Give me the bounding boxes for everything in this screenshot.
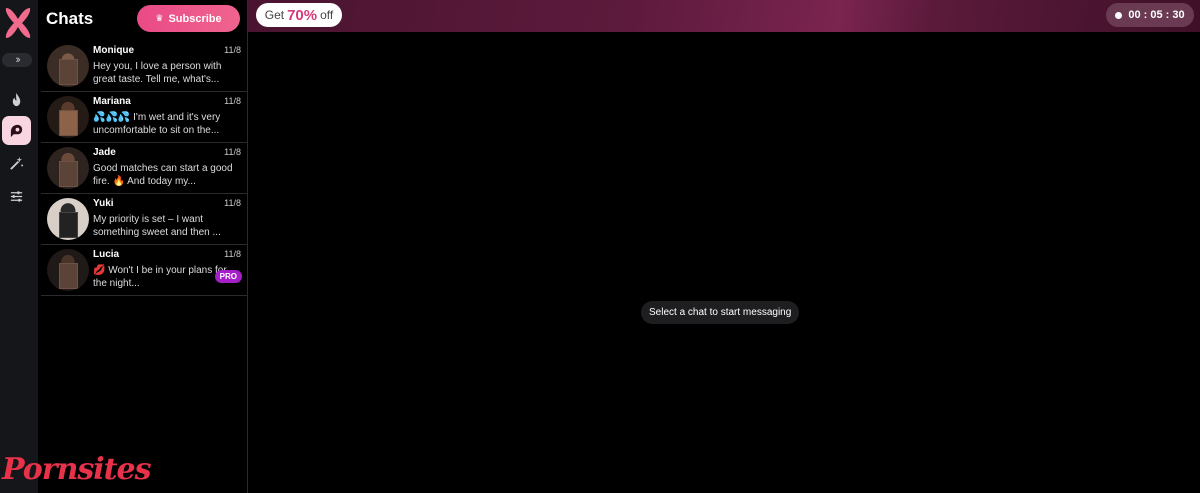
chats-title: Chats [46, 9, 94, 28]
chat-preview: 💋 Won't I be in your plans for the night… [93, 265, 227, 289]
chat-name: Lucia [93, 249, 120, 260]
chat-preview: Hey you, I love a person with great tast… [93, 61, 222, 85]
chat-date: 11/8 [224, 45, 241, 55]
avatar [47, 45, 89, 87]
avatar [47, 96, 89, 138]
countdown-timer: 00 : 05 : 30 [1106, 3, 1194, 27]
chat-bubbles-icon [10, 124, 23, 138]
chat-name: Mariana [93, 96, 131, 107]
sliders-icon [10, 191, 23, 202]
chat-preview: Good matches can start a good fire. 🔥 An… [93, 163, 233, 187]
chat-list: Monique 11/8 Hey you, I love a person wi… [38, 41, 247, 296]
chat-list-item[interactable]: Lucia 11/8 💋 Won't I be in your plans fo… [41, 245, 247, 296]
double-chevron-right-icon: ›› [15, 54, 21, 66]
nav-discover-button[interactable] [2, 85, 31, 114]
promo-prefix: Get [264, 8, 285, 22]
magic-wand-icon [10, 156, 24, 170]
chat-date: 11/8 [224, 249, 241, 259]
chat-list-item[interactable]: Mariana 11/8 💦💦💦 I'm wet and it's very u… [41, 92, 247, 143]
discount-pill[interactable]: Get 70% off [256, 3, 342, 27]
avatar [47, 198, 89, 240]
empty-state-message: Select a chat to start messaging [641, 301, 800, 324]
chat-date: 11/8 [224, 147, 241, 157]
nav-chats-button[interactable] [2, 116, 31, 145]
nav-settings-button[interactable] [2, 182, 31, 211]
chats-panel: Chats ♛ Subscribe Monique 11/8 Hey you, … [38, 0, 248, 493]
avatar [47, 249, 89, 291]
chat-list-item[interactable]: Yuki 11/8 My priority is set – I want so… [41, 194, 247, 245]
chat-preview: 💦💦💦 I'm wet and it's very uncomfortable … [93, 112, 221, 136]
promo-value: 70% [287, 6, 318, 24]
timer-value: 00 : 05 : 30 [1128, 9, 1185, 21]
expand-sidebar-button[interactable]: ›› [2, 53, 32, 67]
nav-generate-button[interactable] [2, 149, 31, 178]
chat-name: Yuki [93, 198, 114, 209]
promo-suffix: off [320, 8, 334, 22]
chat-name: Jade [93, 147, 116, 158]
app-logo-icon[interactable] [3, 6, 33, 40]
chat-date: 11/8 [224, 96, 241, 106]
promo-banner[interactable]: Get 70% off 00 : 05 : 30 [248, 0, 1200, 32]
chat-list-item[interactable]: Jade 11/8 Good matches can start a good … [41, 143, 247, 194]
clock-icon [1115, 11, 1123, 19]
left-rail: ›› [0, 0, 38, 493]
watermark-logo: Pornsites [2, 452, 151, 487]
chat-list-item[interactable]: Monique 11/8 Hey you, I love a person wi… [41, 41, 247, 92]
avatar [47, 147, 89, 189]
chat-preview: My priority is set – I want something sw… [93, 214, 221, 238]
subscribe-button[interactable]: ♛ Subscribe [137, 5, 240, 32]
subscribe-label: Subscribe [168, 12, 222, 25]
pro-badge: PRO [214, 270, 242, 283]
flame-icon [12, 92, 21, 107]
chat-name: Monique [93, 45, 135, 56]
chat-main-area: Select a chat to start messaging [248, 32, 1200, 493]
chat-date: 11/8 [224, 198, 241, 208]
crown-icon: ♛ [155, 13, 164, 23]
